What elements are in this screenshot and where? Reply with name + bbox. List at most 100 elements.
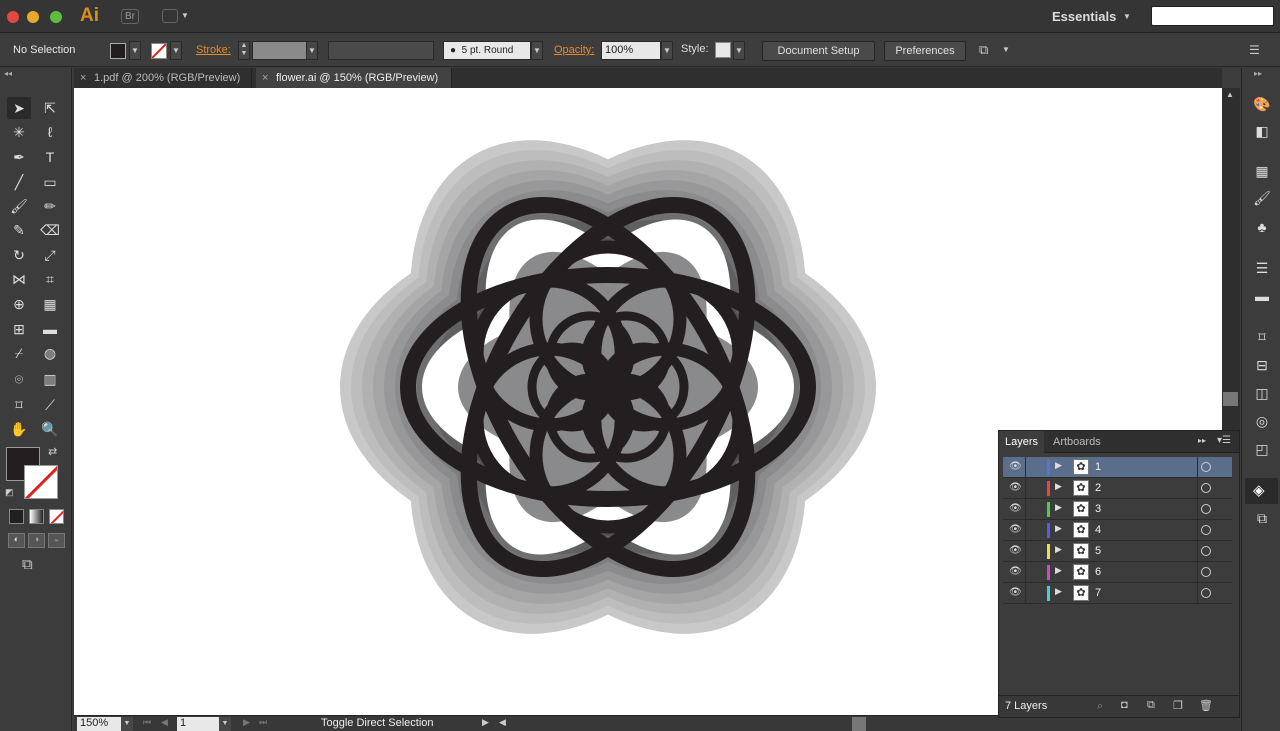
paintbrush-tool-icon[interactable]: 🖌: [7, 195, 31, 217]
default-fill-stroke-icon[interactable]: ◩: [5, 487, 14, 498]
expand-triangle-icon[interactable]: ▶: [1055, 502, 1062, 513]
color-panel-icon[interactable]: 🎨: [1253, 95, 1271, 113]
tab-layers[interactable]: Layers: [999, 431, 1045, 453]
next-artboard-icon[interactable]: ▶: [243, 717, 250, 728]
symbols-panel-icon[interactable]: ♣: [1253, 218, 1271, 236]
perspective-grid-tool-icon[interactable]: ▦: [38, 293, 62, 315]
zoom-window-button[interactable]: [50, 11, 62, 23]
layer-row[interactable]: 👁 ▶ ✿ 1: [1003, 457, 1232, 478]
layer-row[interactable]: 👁 ▶ ✿ 4: [1003, 520, 1232, 541]
none-mode-icon[interactable]: [49, 509, 64, 524]
target-icon[interactable]: [1201, 588, 1211, 598]
selection-tool-icon[interactable]: ➤: [7, 97, 31, 119]
layers-panel-button[interactable]: ◈: [1245, 478, 1278, 504]
close-icon[interactable]: ×: [262, 68, 268, 88]
free-transform-tool-icon[interactable]: ⌗: [38, 268, 62, 290]
expand-triangle-icon[interactable]: ▶: [1055, 523, 1062, 534]
fill-swatch[interactable]: [110, 43, 126, 59]
expand-triangle-icon[interactable]: ▶: [1055, 481, 1062, 492]
lock-toggle[interactable]: [1025, 457, 1026, 478]
lock-toggle[interactable]: [1025, 541, 1026, 562]
line-segment-tool-icon[interactable]: ╱: [7, 171, 31, 193]
scroll-thumb[interactable]: [1223, 392, 1238, 406]
layer-row[interactable]: 👁 ▶ ✿ 7: [1003, 583, 1232, 604]
create-new-layer-icon[interactable]: ❐: [1173, 699, 1183, 712]
expand-triangle-icon[interactable]: ▶: [1055, 565, 1062, 576]
bridge-button[interactable]: Br: [121, 9, 139, 24]
collapse-panel-icon[interactable]: ▸▸: [1198, 436, 1206, 445]
magic-wand-tool-icon[interactable]: ✳: [7, 121, 31, 143]
zoom-field[interactable]: 150%: [77, 717, 121, 731]
lock-toggle[interactable]: [1025, 520, 1026, 541]
shape-builder-tool-icon[interactable]: ⊕: [7, 293, 31, 315]
brush-dropdown[interactable]: ▼: [531, 41, 543, 60]
symbol-sprayer-tool-icon[interactable]: ⌾: [7, 368, 31, 390]
lock-toggle[interactable]: [1025, 499, 1026, 520]
stroke-label[interactable]: Stroke:: [196, 44, 231, 56]
type-tool-icon[interactable]: T: [38, 146, 62, 168]
pencil-tool-icon[interactable]: ✏: [38, 195, 62, 217]
blend-tool-icon[interactable]: ◍: [38, 342, 62, 364]
target-icon[interactable]: [1201, 567, 1211, 577]
arrange-documents-icon[interactable]: [162, 9, 178, 23]
control-panel-menu-icon[interactable]: ☰: [1249, 43, 1260, 57]
opacity-field[interactable]: 100%: [601, 41, 661, 60]
make-clipping-mask-icon[interactable]: ◘: [1121, 699, 1128, 711]
column-graph-tool-icon[interactable]: ▥: [38, 368, 62, 390]
last-artboard-icon[interactable]: ⏭: [259, 717, 267, 728]
collapse-panel-icon[interactable]: ◂◂: [4, 69, 12, 78]
visibility-eye-icon[interactable]: 👁: [1009, 461, 1022, 472]
lock-toggle[interactable]: [1025, 583, 1026, 604]
align-panel-icon[interactable]: ⊟: [1253, 356, 1271, 374]
preferences-button[interactable]: Preferences: [884, 41, 966, 61]
expand-panels-icon[interactable]: ▸▸: [1254, 69, 1262, 78]
target-icon[interactable]: [1201, 462, 1211, 472]
slice-tool-icon[interactable]: ⟋: [38, 394, 62, 416]
visibility-eye-icon[interactable]: 👁: [1009, 503, 1022, 514]
color-guide-icon[interactable]: ◧: [1253, 122, 1271, 140]
expand-triangle-icon[interactable]: ▶: [1055, 460, 1062, 471]
gradient-tool-icon[interactable]: ▬: [38, 318, 62, 340]
blob-brush-tool-icon[interactable]: ✎: [7, 219, 31, 241]
draw-inside-icon[interactable]: ◒: [48, 533, 65, 548]
target-icon[interactable]: [1201, 525, 1211, 535]
eyedropper-tool-icon[interactable]: ⌿: [7, 342, 31, 364]
target-icon[interactable]: [1201, 504, 1211, 514]
target-icon[interactable]: [1201, 483, 1211, 493]
rectangle-tool-icon[interactable]: ▭: [38, 171, 62, 193]
visibility-eye-icon[interactable]: 👁: [1009, 524, 1022, 535]
panel-menu-icon[interactable]: ▾☰: [1217, 435, 1231, 446]
stroke-weight-dropdown[interactable]: ▼: [306, 41, 318, 60]
visibility-eye-icon[interactable]: 👁: [1009, 566, 1022, 577]
minimize-window-button[interactable]: [27, 11, 39, 23]
graphic-styles-panel-icon[interactable]: ◰: [1253, 440, 1271, 458]
layer-row[interactable]: 👁 ▶ ✿ 6: [1003, 562, 1232, 583]
change-screen-mode-icon[interactable]: ⧉: [22, 556, 33, 573]
scale-tool-icon[interactable]: ⤢: [38, 244, 62, 266]
opacity-dropdown[interactable]: ▼: [661, 41, 673, 60]
horizontal-scroll-thumb[interactable]: [852, 717, 866, 731]
visibility-eye-icon[interactable]: 👁: [1009, 482, 1022, 493]
stroke-dropdown[interactable]: ▼: [170, 41, 182, 60]
width-tool-icon[interactable]: ⋈: [7, 268, 31, 290]
artboards-panel-icon[interactable]: ⧉: [1253, 509, 1271, 527]
swatches-panel-icon[interactable]: ▦: [1253, 162, 1271, 180]
color-mode-icon[interactable]: [9, 509, 24, 524]
gradient-mode-icon[interactable]: [29, 509, 44, 524]
delete-layer-icon[interactable]: 🗑: [1199, 699, 1213, 712]
expand-triangle-icon[interactable]: ▶: [1055, 586, 1062, 597]
stroke-color-box[interactable]: [24, 465, 58, 499]
stroke-weight-field[interactable]: [252, 41, 307, 60]
help-search-input[interactable]: [1151, 6, 1274, 26]
zoom-tool-icon[interactable]: 🔍: [38, 418, 62, 440]
graphic-style-swatch[interactable]: [715, 42, 731, 58]
status-menu-arrow-icon[interactable]: ▶: [482, 717, 489, 728]
gradient-panel-icon[interactable]: ▬: [1253, 287, 1271, 305]
layer-row[interactable]: 👁 ▶ ✿ 2: [1003, 478, 1232, 499]
transform-panel-icon[interactable]: ⌑: [1253, 328, 1271, 346]
scroll-up-icon[interactable]: ▲: [1226, 90, 1234, 99]
mesh-tool-icon[interactable]: ⊞: [7, 318, 31, 340]
visibility-eye-icon[interactable]: 👁: [1009, 587, 1022, 598]
brush-definition[interactable]: ● 5 pt. Round: [443, 41, 531, 60]
first-artboard-icon[interactable]: ⏮: [143, 717, 151, 728]
